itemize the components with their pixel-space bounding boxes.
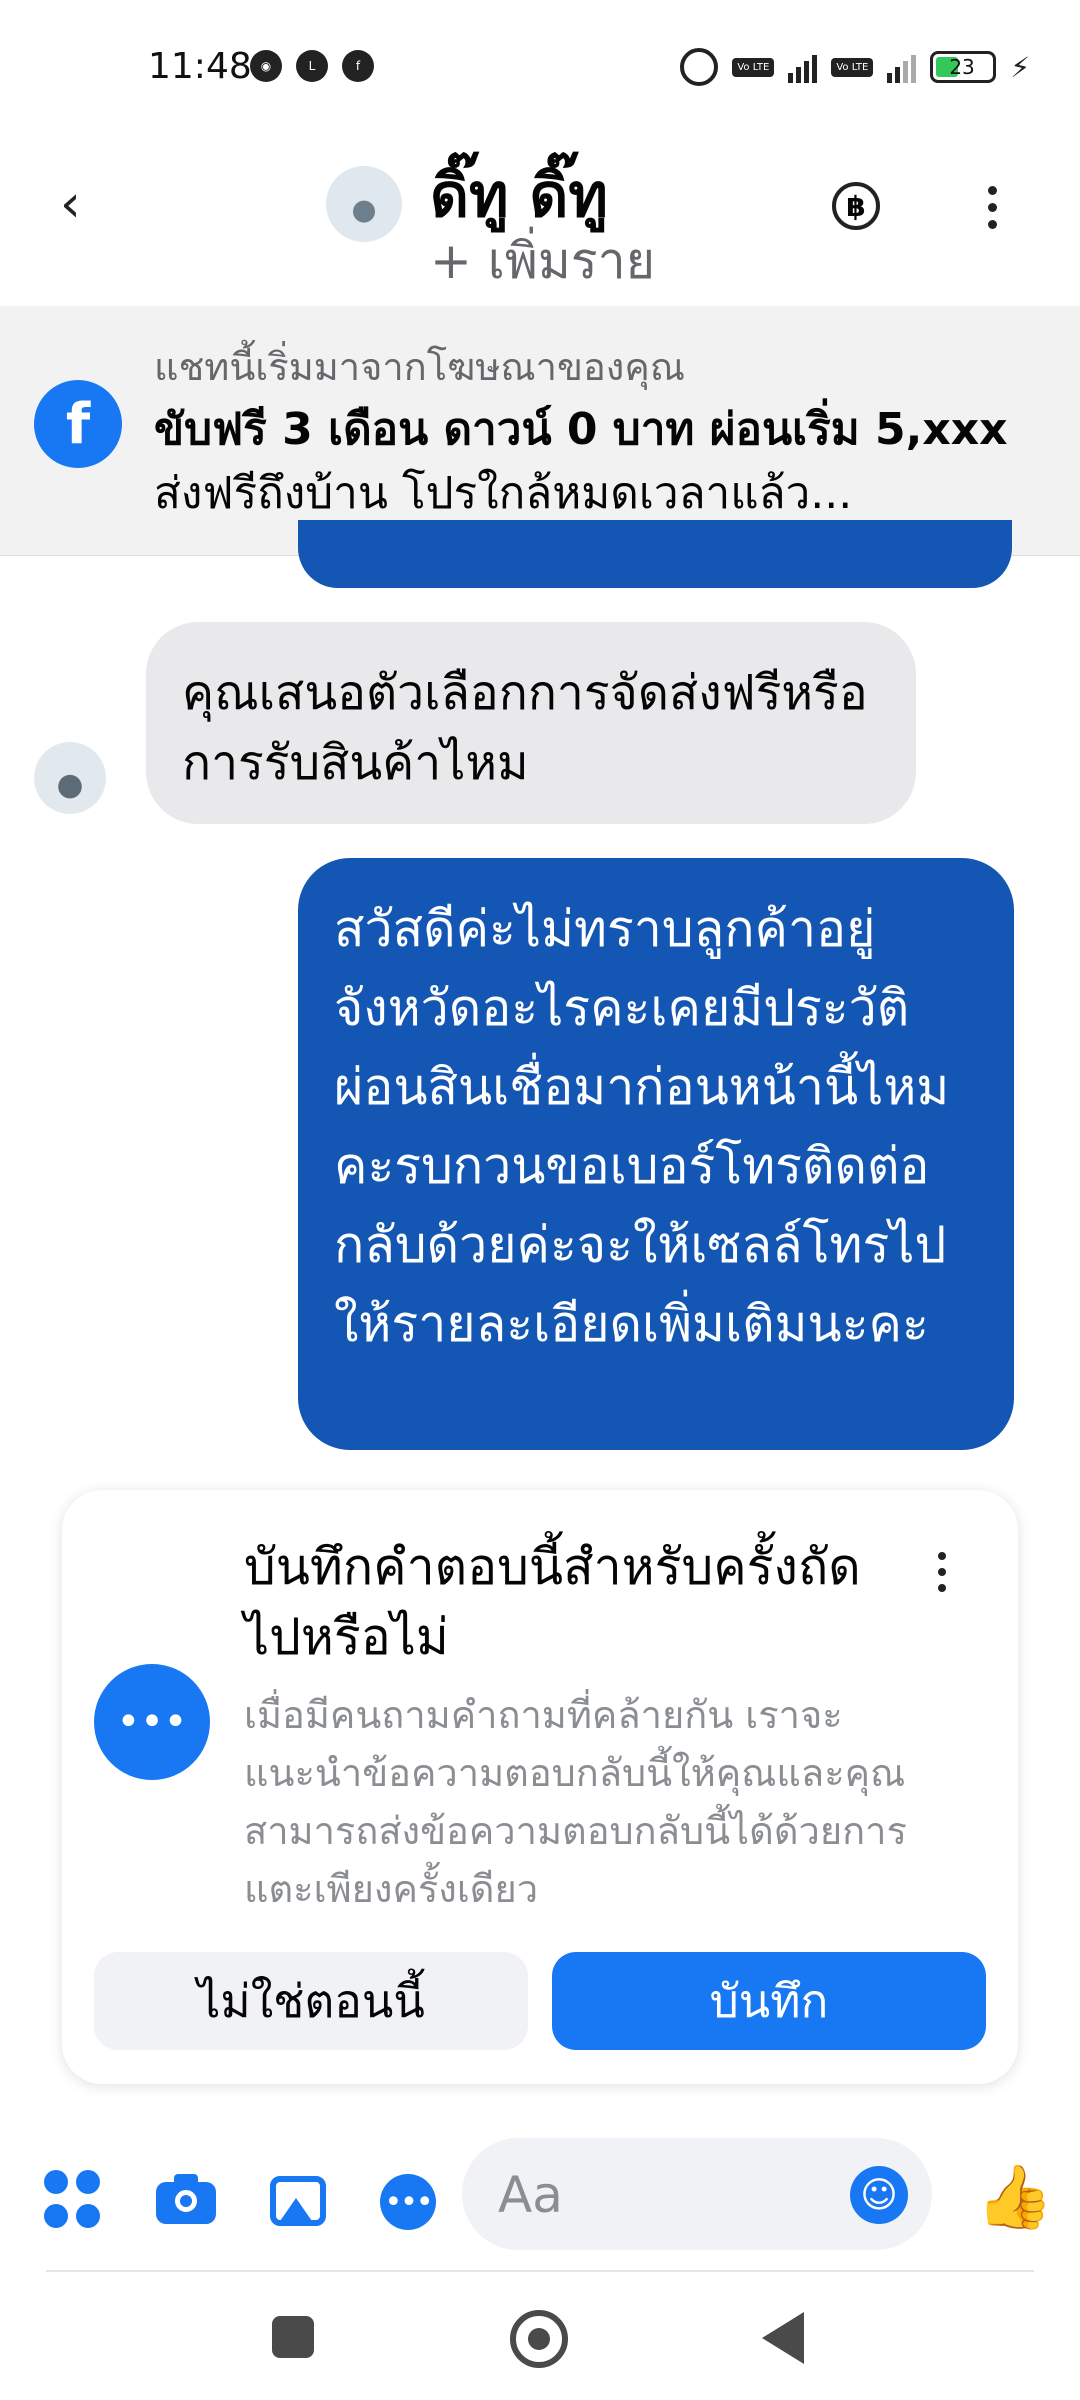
back-button[interactable] — [762, 2312, 804, 2364]
recents-button[interactable] — [272, 2316, 314, 2358]
signal-5g-icon — [788, 51, 818, 83]
battery-icon: 23 — [930, 51, 997, 83]
menu-grid-icon[interactable] — [44, 2170, 104, 2230]
card-more-options-icon[interactable] — [938, 1552, 946, 1592]
sender-avatar[interactable] — [34, 742, 106, 814]
battery-percent: 23 — [949, 55, 975, 79]
home-button[interactable] — [510, 2310, 568, 2368]
avatar[interactable] — [326, 166, 402, 242]
thumbs-up-icon[interactable]: 👍 — [976, 2160, 1053, 2233]
chat-bubble-icon: ••• — [94, 1664, 210, 1780]
message-composer: ••• Aa ☺ 👍 — [0, 2130, 1080, 2270]
message-input-placeholder: Aa — [498, 2166, 563, 2224]
ad-caption: แชทนี้เริ่มมาจากโฆษณาของคุณ — [154, 345, 686, 389]
message-input[interactable]: Aa ☺ — [462, 2138, 932, 2250]
gallery-icon[interactable] — [268, 2170, 328, 2230]
ad-headline: ขับฟรี 3 เดือน ดาวน์ 0 บาท ผ่อนเริ่ม 5,x… — [154, 404, 1008, 455]
back-arrow-icon[interactable]: ‹ — [60, 178, 81, 230]
baht-payment-icon[interactable]: ฿ — [832, 182, 880, 230]
incoming-message[interactable]: คุณเสนอตัวเลือกการจัดส่งฟรีหรือการรับสิน… — [146, 622, 916, 824]
status-right-icons: Vo LTE Vo LTE 23 ⚡ — [680, 48, 1030, 86]
alarm-icon — [680, 48, 719, 86]
ad-body: ส่งฟรีถึงบ้าน โปรใกล้หมดเวลาแล้ว... — [154, 468, 853, 519]
facebook-logo-icon: f — [34, 380, 122, 468]
ad-origin-banner[interactable]: f แชทนี้เริ่มมาจากโฆษณาของคุณ ขับฟรี 3 เ… — [0, 306, 1080, 556]
volte-icon: Vo LTE — [732, 57, 775, 77]
more-options-icon[interactable] — [988, 186, 997, 229]
facebook-icon: f — [342, 50, 374, 82]
divider — [46, 2270, 1034, 2272]
status-time: 11:48 — [148, 46, 252, 87]
system-nav-bar — [0, 2282, 1080, 2400]
save-reply-card: ••• บันทึกคำตอบนี้สำหรับครั้งถัดไปหรือไม… — [62, 1490, 1018, 2084]
save-reply-description: เมื่อมีคนถามคำถามที่คล้ายกัน เราจะแนะนำข… — [244, 1693, 907, 1911]
charging-icon: ⚡ — [1010, 50, 1030, 84]
quick-reply-icon[interactable]: ••• — [378, 2170, 438, 2230]
volte-icon-2: Vo LTE — [831, 57, 874, 77]
save-button[interactable]: บันทึก — [552, 1952, 986, 2050]
previous-outgoing-message[interactable] — [298, 520, 1012, 588]
signal-icon — [887, 51, 917, 83]
emoji-icon[interactable]: ☺ — [850, 2166, 908, 2224]
add-label-button[interactable]: + เพิ่มราย — [430, 222, 655, 301]
line-icon: L — [296, 50, 328, 82]
not-now-button[interactable]: ไม่ใช่ตอนนี้ — [94, 1952, 528, 2050]
status-bar: 11:48 ◉ L f Vo LTE Vo LTE 23 ⚡ — [0, 0, 1080, 140]
save-reply-title: บันทึกคำตอบนี้สำหรับครั้งถัดไปหรือไม่ — [244, 1538, 861, 1666]
chat-header: ‹ ดิ๊ทู ดิ๊ทู + เพิ่มราย ฿ — [0, 140, 1080, 306]
camera-icon[interactable] — [156, 2170, 216, 2230]
chrome-icon: ◉ — [250, 50, 282, 82]
outgoing-message[interactable]: สวัสดีค่ะไม่ทราบลูกค้าอยู่จังหวัดอะไรคะเ… — [298, 858, 1014, 1450]
status-left-icons: ◉ L f — [250, 50, 374, 82]
